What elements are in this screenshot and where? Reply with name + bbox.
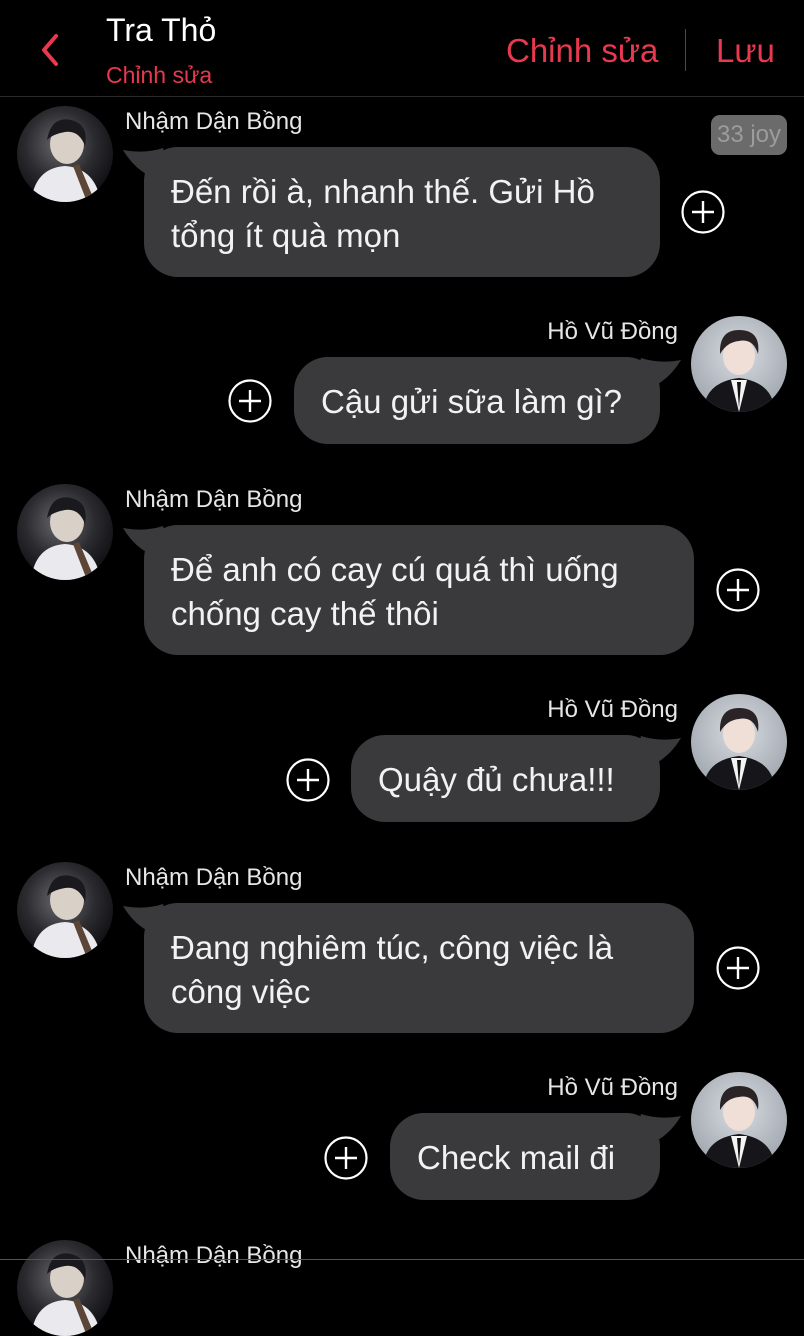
bottom-divider: [0, 1259, 804, 1260]
avatar-image: [17, 484, 113, 580]
add-reaction-icon[interactable]: [323, 1135, 369, 1181]
avatar-nham-dan-bong[interactable]: [17, 106, 113, 202]
sender-name: Nhậm Dận Bồng: [125, 1242, 303, 1269]
chat-subtitle: Chỉnh sửa: [106, 62, 213, 88]
chat-header: Tra Thỏ Chỉnh sửa Chỉnh sửa Lưu: [0, 0, 804, 97]
message-bubble[interactable]: Để anh có cay cú quá thì uống chống cay …: [144, 525, 694, 655]
avatar-nham-dan-bong[interactable]: [17, 862, 113, 958]
chevron-left-icon: [42, 34, 58, 66]
sender-name: Nhậm Dận Bồng: [125, 864, 303, 891]
add-reaction-icon[interactable]: [227, 378, 273, 424]
sender-name: Hồ Vũ Đồng: [547, 696, 678, 723]
header-divider: [685, 29, 686, 71]
avatar-image: [691, 694, 787, 790]
message-bubble[interactable]: Check mail đi: [390, 1113, 660, 1200]
avatar-image: [17, 106, 113, 202]
add-reaction-icon[interactable]: [715, 567, 761, 613]
joy-badge: 33 joy: [711, 115, 787, 155]
message-bubble[interactable]: Đang nghiêm túc, công việc là công việc: [144, 903, 694, 1033]
sender-name: Nhậm Dận Bồng: [125, 108, 303, 135]
message-bubble[interactable]: Quậy đủ chưa!!!: [351, 735, 660, 822]
add-reaction-icon[interactable]: [285, 757, 331, 803]
avatar-ho-vu-dong[interactable]: [691, 694, 787, 790]
edit-button[interactable]: Chỉnh sửa: [506, 32, 658, 70]
save-button[interactable]: Lưu: [716, 32, 775, 70]
sender-name: Nhậm Dận Bồng: [125, 486, 303, 513]
sender-name: Hồ Vũ Đồng: [547, 1074, 678, 1101]
avatar-nham-dan-bong[interactable]: [17, 484, 113, 580]
avatar-nham-dan-bong[interactable]: [17, 1240, 113, 1336]
add-reaction-icon[interactable]: [680, 189, 726, 235]
back-button[interactable]: [34, 30, 66, 70]
avatar-image: [691, 1072, 787, 1168]
avatar-image: [17, 862, 113, 958]
sender-name: Hồ Vũ Đồng: [547, 318, 678, 345]
message-bubble[interactable]: Cậu gửi sữa làm gì?: [294, 357, 660, 444]
message-bubble[interactable]: Đến rồi à, nhanh thế. Gửi Hồ tổng ít quà…: [144, 147, 660, 277]
avatar-image: [691, 316, 787, 412]
avatar-ho-vu-dong[interactable]: [691, 316, 787, 412]
add-reaction-icon[interactable]: [715, 945, 761, 991]
avatar-image: [17, 1240, 113, 1336]
avatar-ho-vu-dong[interactable]: [691, 1072, 787, 1168]
chat-title: Tra Thỏ: [106, 12, 217, 48]
